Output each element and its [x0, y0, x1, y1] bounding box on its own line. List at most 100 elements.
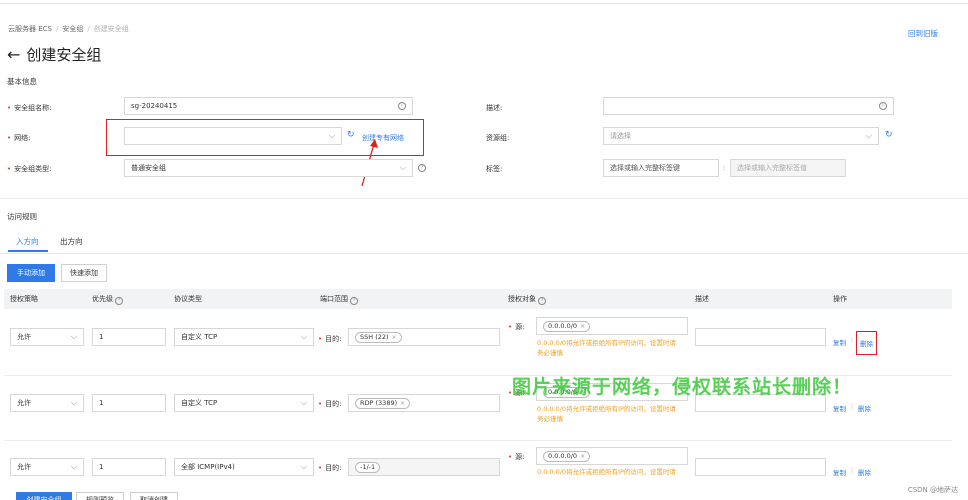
policy-select[interactable]: 允许 ⌵	[10, 394, 84, 412]
source-input[interactable]: 0.0.0.0/0 ×	[536, 317, 688, 335]
col-priority-text: 优先级	[92, 295, 113, 303]
breadcrumb-security-group[interactable]: 安全组	[62, 25, 83, 33]
top-border	[0, 0, 968, 4]
source-warning: 0.0.0.0/0将允许或拒绝所有IP的访问，设置时请 务必谨慎	[537, 338, 676, 358]
copy-button[interactable]: 复制	[833, 337, 846, 347]
port-tag: -1/-1	[355, 461, 381, 473]
port-input: -1/-1	[348, 458, 500, 476]
src-label: • 源:	[508, 452, 525, 462]
warning-line: 0.0.0.0/0将允许或拒绝所有IP的访问，设置时请	[537, 468, 676, 476]
protocol-select[interactable]: 全部 ICMP(IPv4) ⌵	[174, 458, 314, 476]
help-icon[interactable]: ?	[115, 296, 124, 305]
required-mark: •	[508, 453, 513, 461]
col-policy: 授权策略	[10, 295, 38, 303]
port-tag-text: RDP (3389)	[360, 399, 398, 407]
source-warning: 0.0.0.0/0将允许或拒绝所有IP的访问，设置时请	[537, 467, 676, 477]
tab-inbound[interactable]: 入方向	[16, 236, 39, 247]
src-label-text: 源:	[515, 323, 525, 331]
desc-input[interactable]: i	[603, 97, 894, 115]
close-icon[interactable]: ×	[580, 323, 585, 330]
quick-add-button[interactable]: 快速添加	[61, 264, 107, 282]
col-source: 授权对象 ?	[508, 294, 547, 305]
chevron-down-icon: ⌵	[300, 398, 307, 407]
breadcrumb: 云服务器 ECS / 安全组 / 创建安全组	[8, 24, 129, 34]
policy-select[interactable]: 允许 ⌵	[10, 458, 84, 476]
priority-value: 1	[99, 463, 104, 471]
chevron-down-icon: ⌵	[300, 462, 307, 471]
chevron-down-icon: ⌵	[70, 462, 77, 471]
dest-label-text: 目的:	[325, 335, 342, 343]
back-arrow-icon[interactable]: ←	[7, 45, 20, 64]
name-label: • 安全组名称:	[7, 103, 52, 113]
divider	[0, 198, 968, 199]
watermark-text: 图片来源于网络，侵权联系站长删除！	[512, 376, 853, 398]
help-icon[interactable]: ?	[418, 164, 426, 172]
tag-value-input[interactable]: 选择或输入完整标签值	[730, 159, 846, 177]
port-tag: SSH (22) ×	[355, 331, 402, 343]
type-select[interactable]: 普通安全组 ⌵	[124, 159, 413, 177]
action-separator: |	[851, 337, 854, 344]
delete-button[interactable]: 删除	[858, 403, 871, 413]
priority-value: 1	[99, 333, 104, 341]
rules-table-header: 授权策略 优先级 ? 协议类型 端口范围 ? 授权对象 ? 描述 操作	[4, 289, 952, 309]
chevron-down-icon: ⌵	[300, 332, 307, 341]
required-mark: •	[318, 464, 323, 472]
breadcrumb-ecs[interactable]: 云服务器 ECS	[8, 25, 52, 33]
protocol-select[interactable]: 自定义 TCP ⌵	[174, 394, 314, 412]
refresh-icon[interactable]: ↻	[885, 130, 893, 140]
policy-value: 允许	[17, 399, 31, 407]
cancel-create-button[interactable]: 取消创建	[130, 492, 178, 500]
col-protocol: 协议类型	[174, 295, 202, 303]
resource-group-select[interactable]: 请选择 ⌵	[603, 127, 879, 145]
back-to-old-version-link[interactable]: 回到旧版	[908, 28, 938, 39]
source-tag: 0.0.0.0/0 ×	[543, 450, 591, 462]
copy-button[interactable]: 复制	[833, 403, 846, 413]
network-label-text: 网络:	[14, 134, 31, 142]
network-select[interactable]: ⌵	[124, 127, 342, 145]
tab-outbound[interactable]: 出方向	[60, 236, 83, 247]
manual-add-button[interactable]: 手动添加	[7, 264, 55, 282]
priority-input[interactable]: 1	[92, 394, 166, 412]
source-warning: 0.0.0.0/0将允许或拒绝所有IP的访问，设置时请 务必谨慎	[537, 404, 676, 424]
protocol-select[interactable]: 自定义 TCP ⌵	[174, 328, 314, 346]
close-icon[interactable]: ×	[400, 400, 405, 407]
col-priority: 优先级 ?	[92, 294, 124, 305]
dest-label-text: 目的:	[325, 400, 342, 408]
port-input[interactable]: RDP (3389) ×	[348, 394, 500, 412]
required-mark: •	[318, 400, 323, 408]
tag-key-placeholder: 选择或输入完整标签键	[610, 164, 680, 172]
chevron-down-icon: ⌵	[70, 332, 77, 341]
port-input[interactable]: SSH (22) ×	[348, 328, 500, 346]
create-security-group-button[interactable]: 创建安全组	[16, 492, 72, 500]
col-port-text: 端口范围	[320, 295, 348, 303]
tag-value-placeholder: 选择或输入完整标签值	[737, 164, 807, 172]
src-label: • 源:	[508, 322, 525, 332]
required-mark: •	[318, 335, 323, 343]
desc-cell-input[interactable]	[695, 328, 826, 346]
source-input[interactable]: 0.0.0.0/0 ×	[536, 447, 688, 465]
chevron-down-icon: ⌵	[399, 163, 406, 172]
port-tag: RDP (3389) ×	[355, 397, 411, 409]
desc-cell-input[interactable]	[695, 458, 826, 476]
required-mark: •	[7, 104, 12, 112]
close-icon[interactable]: ×	[580, 453, 585, 460]
dest-label: • 目的:	[318, 463, 342, 473]
preview-rules-button[interactable]: 规则预览	[76, 492, 124, 500]
tags-label: 标签:	[486, 165, 503, 173]
help-icon[interactable]: ?	[538, 296, 547, 305]
breadcrumb-separator: /	[87, 25, 90, 33]
delete-button[interactable]: 删除	[858, 467, 871, 477]
copy-button[interactable]: 复制	[833, 467, 846, 477]
priority-input[interactable]: 1	[92, 328, 166, 346]
tag-key-input[interactable]: 选择或输入完整标签键	[603, 159, 719, 177]
refresh-icon[interactable]: ↻	[347, 130, 355, 140]
port-tag-text: -1/-1	[360, 463, 376, 471]
close-icon[interactable]: ×	[392, 334, 397, 341]
priority-input[interactable]: 1	[92, 458, 166, 476]
dest-label: • 目的:	[318, 334, 342, 344]
help-icon[interactable]: ?	[350, 296, 359, 305]
delete-button[interactable]: 删除	[860, 338, 873, 348]
policy-select[interactable]: 允许 ⌵	[10, 328, 84, 346]
protocol-value: 自定义 TCP	[181, 399, 218, 407]
name-input[interactable]: sg-20240415 i	[124, 97, 413, 115]
